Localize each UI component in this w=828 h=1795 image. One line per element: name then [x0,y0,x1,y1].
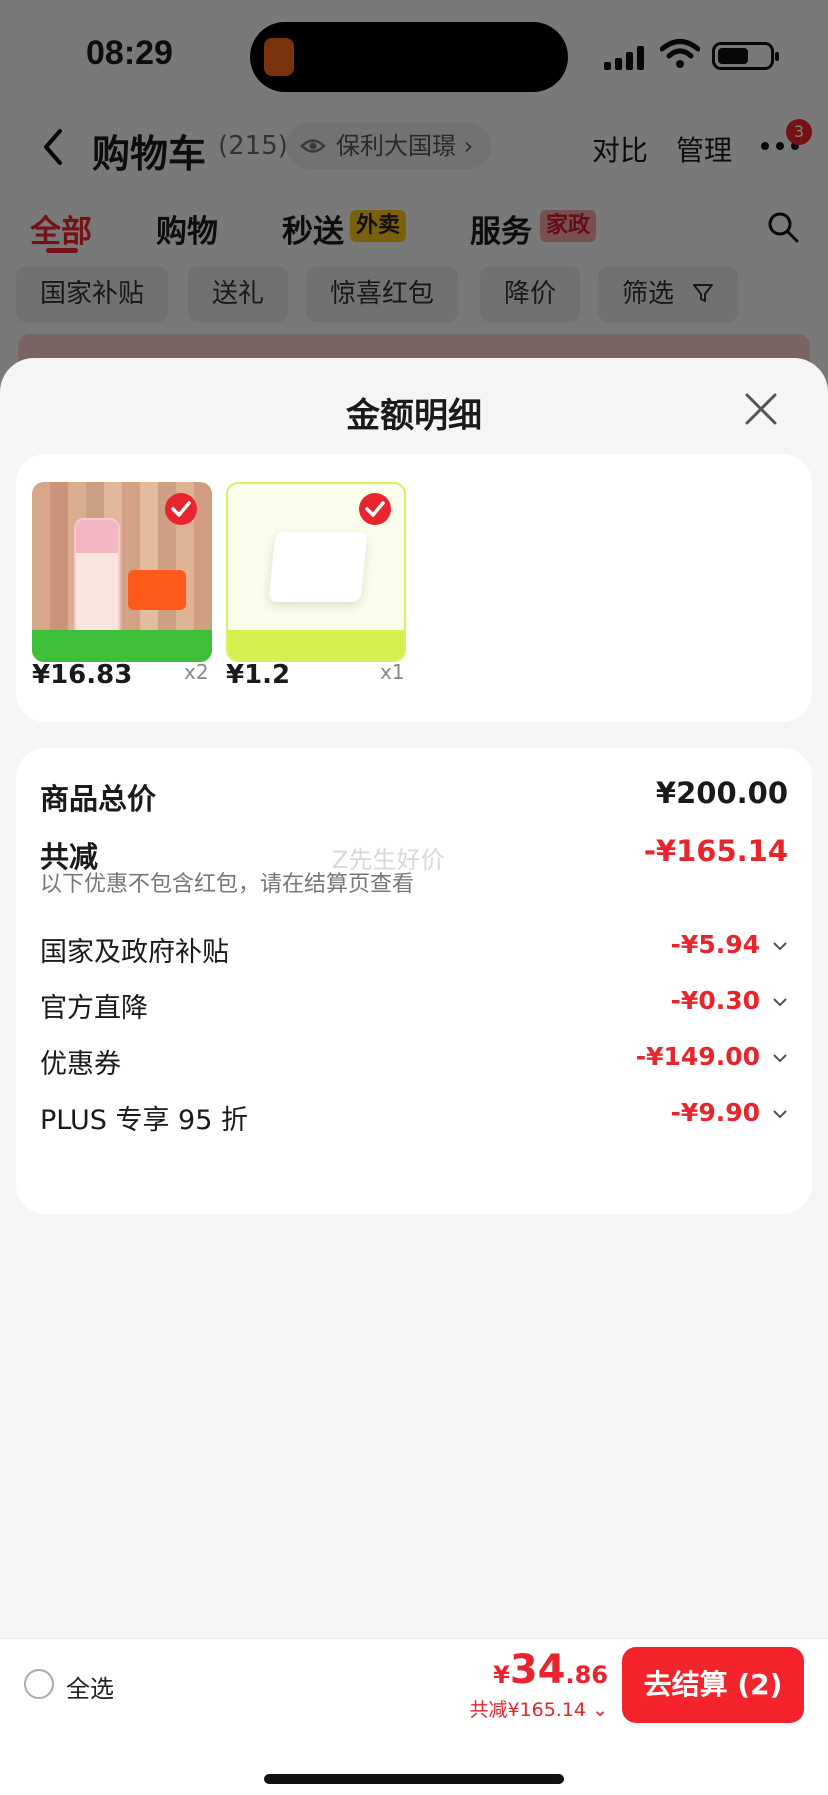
saving-label: 共减¥165.14 [469,1699,587,1721]
checked-icon[interactable] [164,492,198,526]
total-reduction-value: -¥165.14 [643,834,788,868]
dish-label-strip [228,630,404,660]
home-indicator[interactable] [264,1774,564,1784]
saving-summary[interactable]: 共减¥165.14 ⌄ [469,1695,608,1722]
chevron-down-icon [773,998,787,1007]
goods-quantity: x2 [184,660,209,684]
discount-value: -¥9.90 [670,1098,760,1127]
chevron-down-icon [773,942,787,951]
select-all-checkbox[interactable] [24,1669,54,1699]
select-all-label[interactable]: 全选 [66,1669,114,1704]
price-integer: 34 [509,1647,566,1693]
total-price-label: 商品总价 [40,782,157,816]
reduction-note: 以下优惠不包含红包，请在结算页查看 [40,872,415,897]
chevron-down-icon [773,1054,787,1063]
price-decimal: .86 [565,1661,608,1689]
checkout-button[interactable]: 去结算 (2) [622,1647,804,1723]
amount-details-sheet: 金额明细 ¥16.83 x2 ¥1.2 x1 商品总价 ¥200.00 共减 -… [0,358,828,1638]
promo-618-tag [128,570,186,610]
price-currency: ¥ [493,1661,510,1689]
discount-label: 优惠券 [40,1049,121,1080]
chevron-down-icon [773,1110,787,1119]
discount-label: PLUS 专享 95 折 [40,1105,248,1136]
goods-quantity: x1 [380,660,405,684]
discount-value: -¥149.00 [635,1042,760,1071]
goods-price: ¥16.83 [32,660,133,690]
selected-goods-card: ¥16.83 x2 ¥1.2 x1 [16,454,812,722]
bottle-image [74,518,120,640]
payable-price: ¥34.86 共减¥165.14 ⌄ [462,1647,608,1727]
home-indicator-area [0,1730,828,1795]
chevron-down-icon: ⌄ [592,1699,608,1721]
discount-value: -¥0.30 [670,986,760,1015]
total-price-value: ¥200.00 [655,776,788,810]
discount-value: -¥5.94 [670,930,760,959]
subsidy-banner [32,630,212,662]
sheet-title: 金额明细 [346,396,482,436]
close-icon[interactable] [744,392,778,426]
checkout-bar: 全选 ¥34.86 共减¥165.14 ⌄ 去结算 (2) [0,1638,828,1730]
amount-breakdown-card: 商品总价 ¥200.00 共减 -¥165.14 Z先生好价 以下优惠不包含红包… [16,748,812,1214]
dish-image [268,532,368,602]
discount-label: 国家及政府补贴 [40,937,229,968]
goods-price: ¥1.2 [226,660,291,690]
checked-icon[interactable] [358,492,392,526]
discount-label: 官方直降 [40,993,148,1024]
